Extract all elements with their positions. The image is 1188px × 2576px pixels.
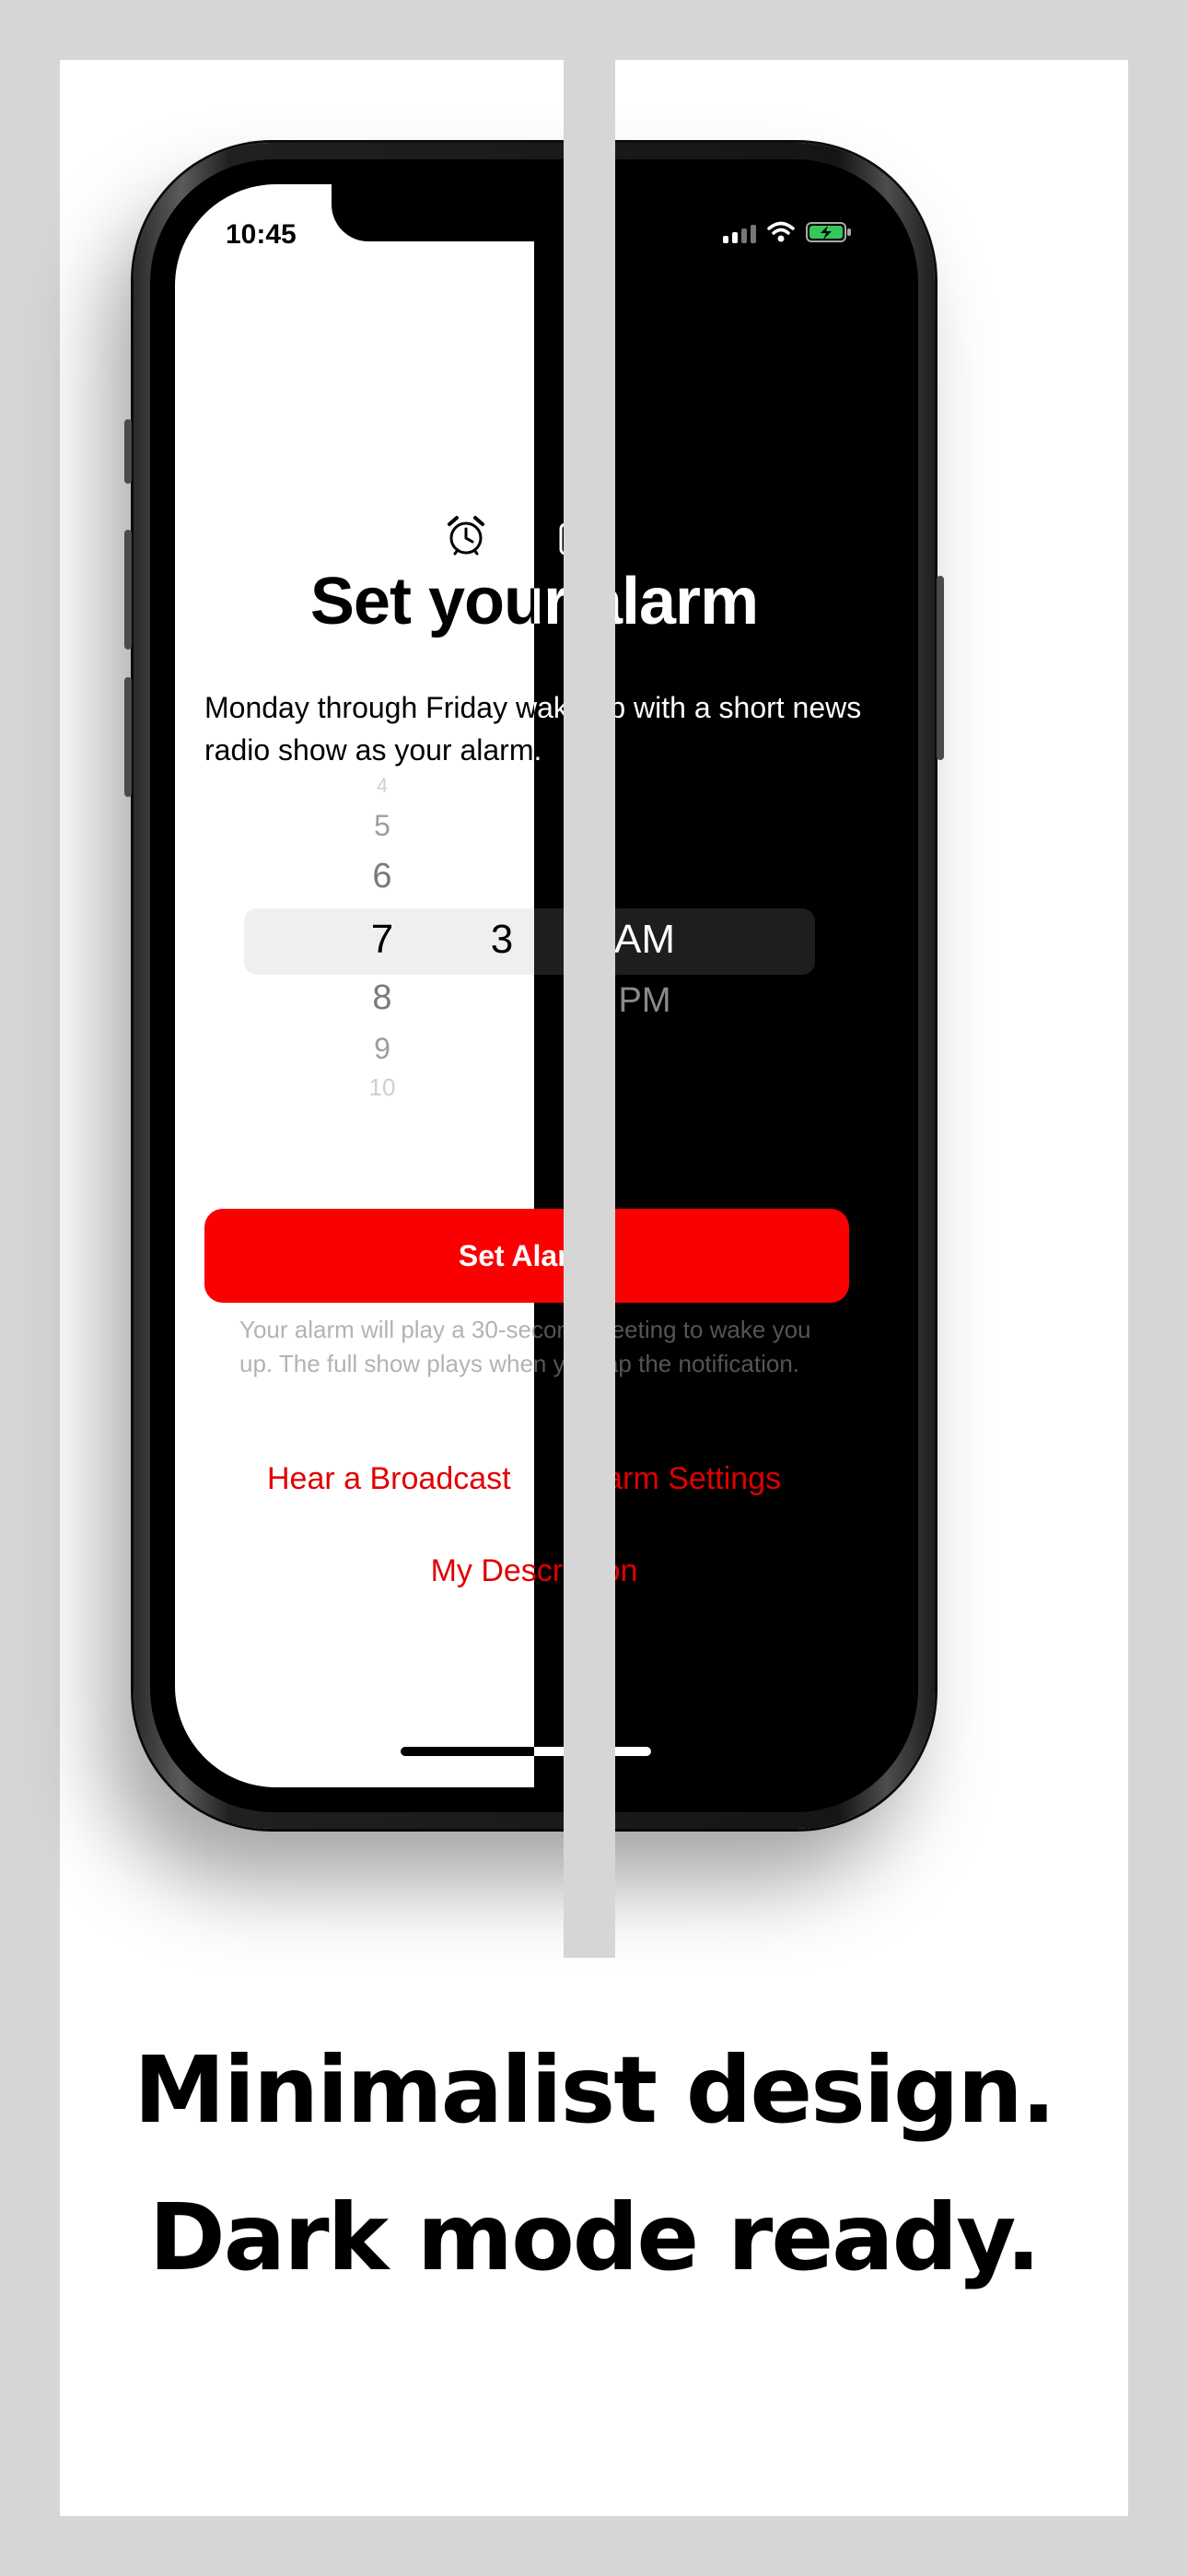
volume-up-button bbox=[124, 530, 132, 650]
status-icons bbox=[723, 221, 852, 243]
hour-option[interactable]: 9 bbox=[327, 1032, 437, 1066]
headline-line-2: Dark mode ready. bbox=[148, 2184, 1041, 2291]
status-time: 10:45 bbox=[226, 219, 297, 250]
headline-line-1: Minimalist design. bbox=[134, 2036, 1056, 2144]
hour-option[interactable]: 8 bbox=[327, 978, 437, 1018]
hear-broadcast-link[interactable]: Hear a Broadcast bbox=[267, 1461, 511, 1497]
hour-option-selected[interactable]: 7 bbox=[327, 917, 437, 963]
hour-option[interactable]: 10 bbox=[327, 1073, 437, 1102]
hour-wheel[interactable]: 4 5 6 7 8 9 10 bbox=[327, 774, 437, 1106]
phone-frame: 10:45 Set your alarm Monday through Frid… bbox=[124, 143, 944, 1829]
power-button bbox=[937, 576, 944, 760]
hour-option[interactable]: 6 bbox=[327, 857, 437, 896]
hour-option[interactable]: 4 bbox=[327, 774, 437, 798]
battery-icon bbox=[806, 222, 851, 242]
hour-option[interactable]: 5 bbox=[327, 809, 437, 843]
phone-screen: 10:45 Set your alarm Monday through Frid… bbox=[175, 184, 893, 1787]
alarm-clock-icon bbox=[448, 516, 484, 556]
phone-notch bbox=[332, 184, 737, 241]
mute-switch bbox=[124, 419, 132, 484]
volume-down-button bbox=[124, 677, 132, 797]
wifi-icon bbox=[767, 221, 795, 242]
light-dark-divider bbox=[564, 60, 615, 1958]
